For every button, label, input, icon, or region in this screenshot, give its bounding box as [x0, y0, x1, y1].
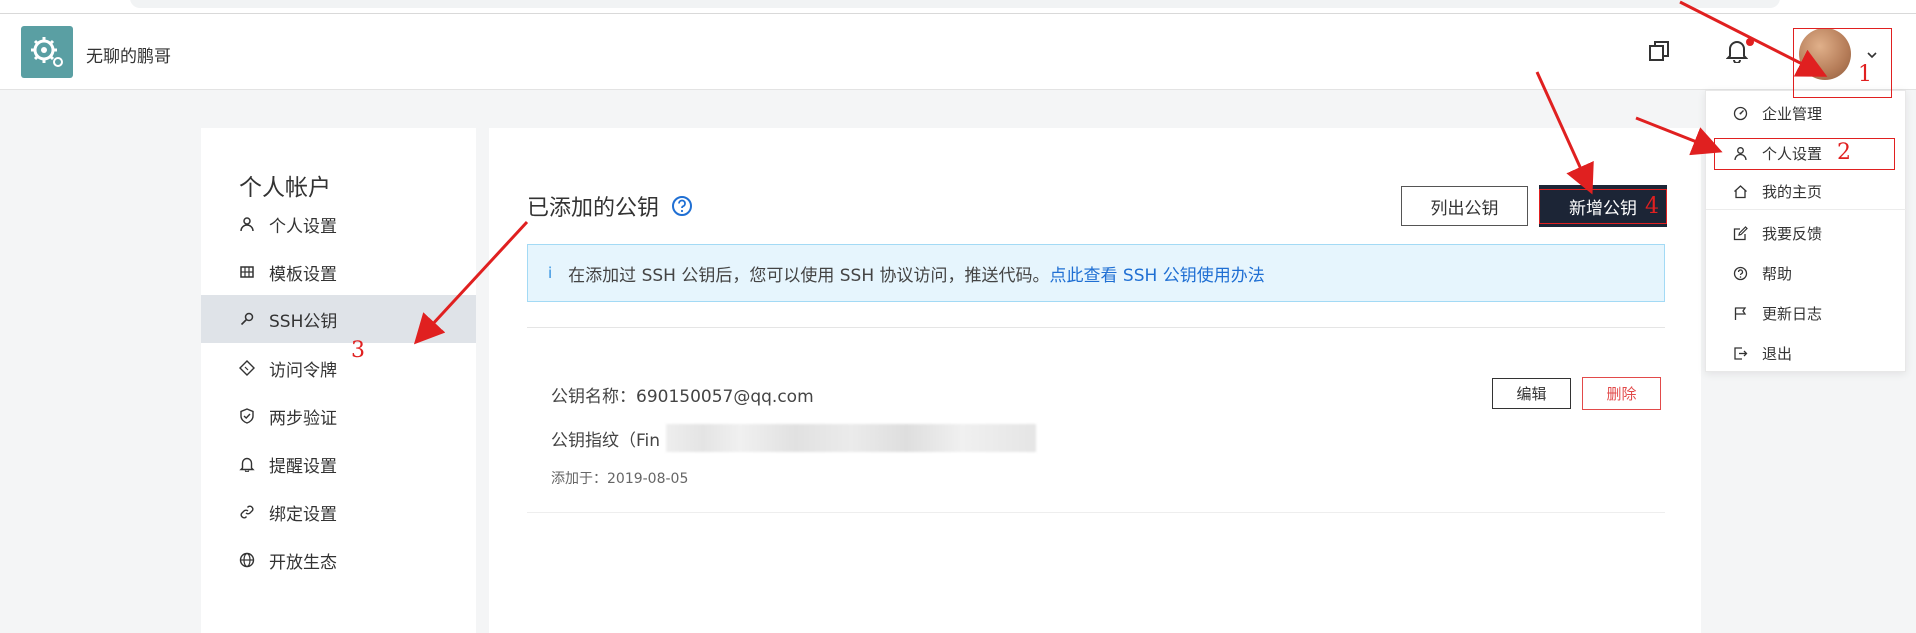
- page-title-text: 已添加的公钥: [527, 196, 660, 221]
- page-title: 已添加的公钥: [527, 190, 693, 222]
- sidebar-title: 个人帐户: [239, 175, 331, 201]
- link-icon: [240, 505, 254, 519]
- browser-chrome: [0, 0, 1916, 14]
- menu-item-label: 更新日志: [1762, 304, 1823, 323]
- annotation-number-1: 1: [1858, 62, 1872, 87]
- key-name-label: 公钥名称：: [551, 387, 636, 407]
- sidebar-item-binding-settings[interactable]: 绑定设置: [201, 488, 476, 536]
- user-icon: [240, 217, 254, 232]
- edit-icon: [1733, 225, 1748, 240]
- sidebar-item-label: SSH公钥: [269, 311, 338, 332]
- delete-key-button[interactable]: 删除: [1582, 377, 1661, 410]
- ticket-icon: [239, 360, 255, 376]
- menu-item-label: 帮助: [1762, 264, 1793, 283]
- menu-divider: [1706, 209, 1907, 210]
- key-name: 公钥名称：690150057@qq.com: [551, 382, 814, 407]
- home-icon: [1734, 184, 1747, 198]
- sidebar-item-label: 提醒设置: [269, 456, 337, 477]
- sidebar-item-reminder-settings[interactable]: 提醒设置: [201, 440, 476, 488]
- sidebar-item-two-factor[interactable]: 两步验证: [201, 392, 476, 440]
- key-added-label: 添加于：: [551, 471, 607, 487]
- sidebar-item-label: 开放生态: [269, 552, 337, 573]
- key-fingerprint: 公钥指纹（Fin: [551, 424, 1037, 452]
- notification-dot: [1746, 38, 1754, 46]
- account-sidebar: 个人帐户 个人设置 模板设置 SSH公钥 访问令牌 两步验证 提醒设置 绑定设置…: [201, 128, 476, 633]
- list-keys-button[interactable]: 列出公钥: [1401, 186, 1528, 226]
- gear-logo-icon: [31, 37, 63, 67]
- menu-item-logout[interactable]: 退出: [1706, 333, 1907, 373]
- annotation-number-2: 2: [1837, 140, 1851, 165]
- sidebar-item-label: 访问令牌: [269, 360, 337, 381]
- dashboard-icon: [1733, 106, 1748, 120]
- main-panel: 已添加的公钥 列出公钥 新增公钥 i 在添加过 SSH 公钥后，您可以使用 SS…: [489, 128, 1701, 633]
- user-dropdown-menu: 企业管理 个人设置 我的主页 我要反馈 帮助 更新日志 退出: [1705, 90, 1907, 373]
- info-icon: i: [548, 264, 553, 282]
- key-search-icon: [240, 312, 254, 326]
- sidebar-item-open-ecosystem[interactable]: 开放生态: [201, 536, 476, 584]
- menu-item-home[interactable]: 我的主页: [1706, 171, 1907, 211]
- bell-icon: [239, 457, 255, 472]
- sidebar-item-access-tokens[interactable]: 访问令牌: [201, 344, 476, 392]
- bell-icon[interactable]: [1726, 39, 1748, 63]
- key-added-date: 添加于：2019-08-05: [551, 468, 688, 488]
- annotation-number-3: 3: [351, 338, 365, 363]
- menu-item-label: 企业管理: [1762, 104, 1823, 123]
- menu-item-help[interactable]: 帮助: [1706, 253, 1907, 293]
- edit-key-button[interactable]: 编辑: [1492, 378, 1571, 409]
- info-alert: i 在添加过 SSH 公钥后，您可以使用 SSH 协议访问，推送代码。 点此查看…: [527, 244, 1665, 302]
- key-added-value: 2019-08-05: [607, 471, 689, 487]
- menu-item-label: 我的主页: [1762, 182, 1823, 201]
- info-text: 在添加过 SSH 公钥后，您可以使用 SSH 协议访问，推送代码。: [568, 265, 1050, 286]
- sidebar-item-label: 个人设置: [269, 216, 337, 237]
- grid-icon: [240, 266, 254, 278]
- key-name-value: 690150057@qq.com: [636, 387, 814, 407]
- ssh-help-link[interactable]: 点此查看 SSH 公钥使用办法: [1050, 261, 1265, 286]
- sidebar-item-personal-settings[interactable]: 个人设置: [201, 200, 476, 248]
- menu-item-enterprise[interactable]: 企业管理: [1706, 93, 1907, 133]
- help-circle-icon[interactable]: [671, 195, 693, 217]
- flag-icon: [1734, 306, 1747, 320]
- sidebar-item-label: 模板设置: [269, 264, 337, 285]
- sidebar-item-label: 两步验证: [269, 408, 337, 429]
- sidebar-item-template-settings[interactable]: 模板设置: [201, 248, 476, 296]
- menu-item-changelog[interactable]: 更新日志: [1706, 293, 1907, 333]
- key-fingerprint-label: 公钥指纹（Fin: [551, 430, 661, 451]
- menu-item-label: 退出: [1762, 344, 1793, 363]
- help-circle-icon: [1733, 266, 1748, 280]
- org-logo[interactable]: [21, 26, 73, 78]
- annotation-number-4: 4: [1645, 194, 1659, 219]
- menu-item-feedback[interactable]: 我要反馈: [1706, 213, 1907, 253]
- copy-icon[interactable]: [1648, 40, 1670, 62]
- globe-icon: [239, 552, 255, 568]
- annotation-box-1: [1793, 28, 1892, 98]
- sidebar-item-ssh-keys[interactable]: SSH公钥: [201, 295, 476, 343]
- org-name[interactable]: 无聊的鹏哥: [86, 42, 171, 67]
- sidebar-item-label: 绑定设置: [269, 504, 337, 525]
- logout-icon: [1734, 346, 1748, 360]
- divider: [527, 512, 1665, 513]
- address-bar[interactable]: [130, 0, 1780, 8]
- top-header: 无聊的鹏哥: [0, 14, 1916, 90]
- divider: [527, 327, 1665, 328]
- menu-item-label: 我要反馈: [1762, 224, 1823, 243]
- annotation-box-2: [1714, 138, 1895, 170]
- shield-icon: [240, 408, 254, 424]
- redacted-fingerprint: [666, 424, 1037, 452]
